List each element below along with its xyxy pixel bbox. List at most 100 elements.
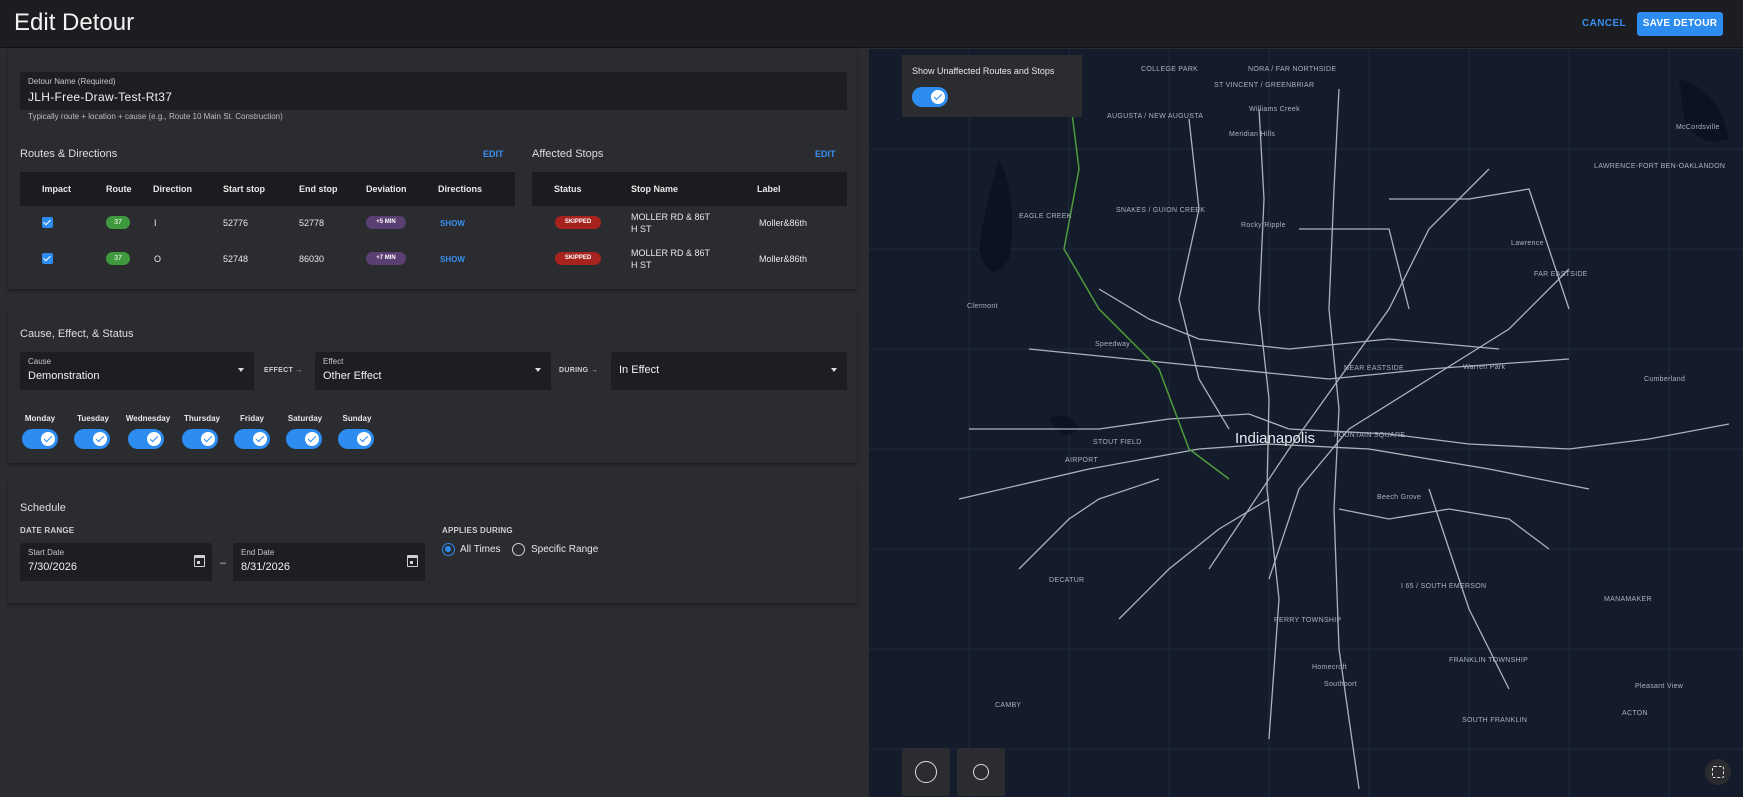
schedule-title: Schedule [20, 502, 66, 514]
show-directions-link[interactable]: SHOW [440, 219, 465, 228]
direction-cell: I [154, 218, 157, 228]
detour-form: Detour Name (Required) JLH-Free-Draw-Tes… [0, 49, 869, 797]
cause-effect-title: Cause, Effect, & Status [20, 328, 134, 340]
cause-select[interactable]: Cause Demonstration [20, 352, 254, 390]
status-select[interactable]: In Effect [611, 352, 847, 390]
end-stop-cell: 86030 [299, 254, 325, 264]
cause-label: Cause [28, 357, 52, 366]
recenter-button[interactable] [1705, 759, 1731, 785]
stop-name-line1: MOLLER RD & 86T [631, 248, 711, 258]
radio-all-times-label[interactable]: All Times [460, 544, 501, 555]
check-icon [305, 432, 319, 446]
direction-cell: O [154, 254, 162, 264]
theme-toggle-button[interactable] [957, 748, 1005, 796]
col-stop-name: Stop Name [631, 184, 679, 194]
routes-section-title: Routes & Directions [20, 148, 118, 160]
skipped-badge: SKIPPED [555, 216, 601, 229]
detour-map[interactable]: Show Unaffected Routes and Stops Indiana… [869, 49, 1743, 797]
day-label-wednesday: Wednesday [125, 414, 171, 423]
cause-value: Demonstration [28, 370, 100, 382]
day-label-sunday: Sunday [342, 414, 372, 423]
col-label: Label [757, 184, 781, 194]
routes-edit-link[interactable]: EDIT [483, 149, 504, 159]
start-date-field[interactable]: Start Date 7/30/2026 [20, 543, 212, 581]
deviation-badge: +7 MIN [366, 252, 406, 265]
cancel-button[interactable]: CANCEL [1570, 12, 1638, 36]
toggle-saturday[interactable] [286, 429, 322, 449]
stops-table: Status Stop Name Label SKIPPED MOLLER RD… [532, 172, 847, 272]
check-icon [931, 90, 945, 104]
map-city-label: Indianapolis [1235, 430, 1316, 447]
toggle-monday[interactable] [22, 429, 58, 449]
toggle-thursday[interactable] [182, 429, 218, 449]
map-place-label: Rocky Ripple [1241, 222, 1286, 229]
map-place-label: FRANKLIN TOWNSHIP [1449, 657, 1529, 664]
end-stop-cell: 52778 [299, 218, 325, 228]
map-place-label: CAMBY [995, 702, 1022, 709]
impact-checkbox[interactable] [42, 253, 53, 264]
map-place-label: Williams Creek [1249, 106, 1300, 113]
check-icon [41, 432, 55, 446]
map-place-label: Southport [1324, 681, 1358, 688]
map-place-label: SNAKES / GUION CREEK [1116, 207, 1206, 214]
unaffected-routes-label: Show Unaffected Routes and Stops [912, 66, 1055, 76]
satellite-view-button[interactable] [902, 748, 950, 796]
toggle-wednesday[interactable] [128, 429, 164, 449]
toggle-sunday[interactable] [338, 429, 374, 449]
col-direction: Direction [153, 184, 193, 194]
dropdown-arrow-icon [238, 368, 244, 372]
skipped-badge: SKIPPED [555, 252, 601, 265]
col-end-stop: End stop [299, 184, 338, 194]
impact-checkbox[interactable] [42, 217, 53, 228]
map-place-label: SOUTH FRANKLIN [1462, 717, 1528, 724]
save-detour-button[interactable]: SAVE DETOUR [1637, 12, 1723, 36]
map-place-label: PERRY TOWNSHIP [1274, 617, 1342, 624]
start-stop-cell: 52748 [223, 254, 249, 264]
start-date-label: Start Date [28, 548, 65, 557]
calendar-icon[interactable] [407, 555, 418, 567]
detour-route-line [1063, 88, 1230, 480]
stop-label-cell: Moller&86th [759, 254, 808, 264]
during-arrow-label: DURING → [559, 367, 598, 374]
top-bar: Edit Detour CANCEL SAVE DETOUR [0, 0, 1743, 48]
toggle-tuesday[interactable] [74, 429, 110, 449]
map-place-label: Clermont [967, 303, 998, 310]
day-label-friday: Friday [239, 414, 264, 423]
stop-name-line2: H ST [631, 260, 652, 270]
map-place-label: FOUNTAIN SQUARE [1334, 432, 1406, 439]
detour-name-field[interactable]: Detour Name (Required) JLH-Free-Draw-Tes… [20, 72, 847, 110]
detour-name-value[interactable]: JLH-Free-Draw-Test-Rt37 [28, 90, 172, 104]
unaffected-routes-panel: Show Unaffected Routes and Stops [902, 55, 1082, 117]
map-place-label: NORA / FAR NORTHSIDE [1248, 66, 1337, 73]
stop-label-cell: Moller&86th [759, 218, 808, 228]
map-street-grid [869, 49, 1743, 797]
start-date-value: 7/30/2026 [28, 561, 77, 573]
page-title: Edit Detour [14, 9, 135, 36]
effect-label: Effect [323, 357, 344, 366]
stop-name-line1: MOLLER RD & 86T [631, 212, 711, 222]
stops-edit-link[interactable]: EDIT [815, 149, 836, 159]
radio-all-times[interactable] [442, 543, 455, 556]
map-place-label: AUGUSTA / NEW AUGUSTA [1107, 113, 1204, 120]
map-place-label: STOUT FIELD [1093, 439, 1142, 446]
map-place-label: NEAR EASTSIDE [1344, 365, 1404, 372]
check-icon [201, 432, 215, 446]
map-place-label: Warren Park [1463, 364, 1506, 371]
schedule-panel [8, 481, 857, 603]
radio-specific-range-label[interactable]: Specific Range [531, 544, 598, 555]
unaffected-routes-toggle[interactable] [912, 87, 948, 107]
sun-icon [973, 764, 989, 780]
toggle-friday[interactable] [234, 429, 270, 449]
calendar-icon[interactable] [194, 555, 205, 567]
check-icon [253, 432, 267, 446]
end-date-field[interactable]: End Date 8/31/2026 [233, 543, 425, 581]
stop-name-line2: H ST [631, 224, 652, 234]
col-route: Route [106, 184, 132, 194]
map-place-label: McCordsville [1676, 124, 1720, 131]
map-place-label: Beech Grove [1377, 494, 1422, 501]
map-place-label: Meridian Hills [1229, 131, 1276, 138]
effect-select[interactable]: Effect Other Effect [315, 352, 551, 390]
show-directions-link[interactable]: SHOW [440, 255, 465, 264]
map-place-label: Homecroft [1312, 664, 1347, 671]
radio-specific-range[interactable] [512, 543, 525, 556]
